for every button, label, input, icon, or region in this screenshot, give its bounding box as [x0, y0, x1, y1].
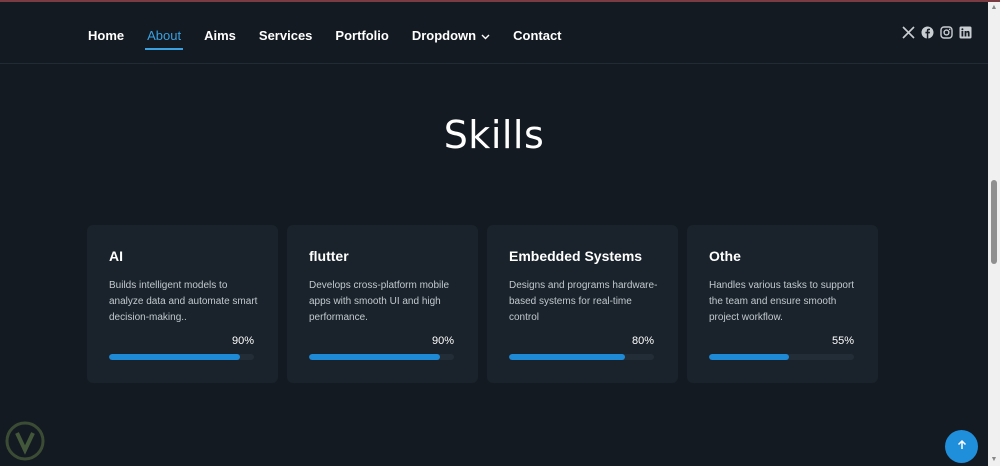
nav-contact[interactable]: Contact	[513, 28, 561, 43]
nav-about-label: About	[147, 27, 182, 43]
skill-description: Builds intelligent models to analyze dat…	[109, 280, 258, 323]
progress-track	[309, 354, 454, 360]
nav-services[interactable]: Services	[259, 28, 313, 43]
skill-percent: 90%	[431, 335, 454, 347]
scroll-thumb[interactable]	[991, 180, 997, 264]
progress-fill	[309, 354, 440, 360]
chevron-down-icon	[481, 28, 490, 43]
progress-track	[709, 354, 854, 360]
nav-portfolio-label: Portfolio	[335, 27, 389, 43]
arrow-up-icon	[956, 438, 968, 456]
scroll-down-icon[interactable]: ▼	[990, 456, 998, 464]
nav-about[interactable]: About	[145, 27, 184, 50]
skill-card: Embedded Systems Designs and programs ha…	[487, 225, 678, 383]
skill-card: AI Builds intelligent models to analyze …	[87, 225, 278, 383]
skill-percent: 55%	[831, 335, 854, 347]
skill-card: flutter Develops cross-platform mobile a…	[287, 225, 478, 383]
site-header: Home About Aims Services Portfolio Dropd…	[0, 2, 988, 64]
skill-percent: 90%	[231, 335, 254, 347]
progress-fill	[109, 354, 240, 360]
instagram-icon[interactable]	[940, 26, 953, 39]
linkedin-icon[interactable]	[959, 26, 972, 39]
progress-track	[509, 354, 654, 360]
logo-watermark	[4, 420, 46, 462]
nav-home-label: Home	[88, 27, 125, 43]
skills-cards: AI Builds intelligent models to analyze …	[87, 225, 878, 383]
progress-fill	[709, 354, 789, 360]
section-title: Skills	[443, 113, 545, 157]
skill-card: Othe Handles various tasks to support th…	[687, 225, 878, 383]
nav-dropdown-label: Dropdown	[411, 27, 477, 43]
nav-aims-label: Aims	[204, 27, 236, 43]
progress-fill	[509, 354, 625, 360]
skill-description: Designs and programs hardware-based syst…	[509, 280, 658, 323]
page-scrollbar[interactable]: ▲ ▼	[988, 2, 1000, 466]
scroll-up-icon[interactable]: ▲	[990, 4, 998, 12]
main-nav: Home About Aims Services Portfolio Dropd…	[88, 25, 585, 50]
facebook-icon[interactable]	[921, 26, 934, 39]
x-twitter-icon[interactable]	[902, 26, 915, 39]
skill-description: Develops cross-platform mobile apps with…	[309, 280, 450, 323]
nav-contact-label: Contact	[513, 27, 562, 43]
nav-aims[interactable]: Aims	[204, 28, 236, 43]
social-links	[902, 26, 972, 39]
back-to-top-button[interactable]	[945, 430, 978, 463]
nav-dropdown[interactable]: Dropdown	[412, 28, 490, 43]
skill-title: flutter	[309, 248, 349, 264]
skill-title: Othe	[709, 248, 741, 264]
progress-track	[109, 354, 254, 360]
nav-home[interactable]: Home	[88, 28, 124, 43]
nav-portfolio[interactable]: Portfolio	[335, 28, 388, 43]
skill-title: AI	[109, 248, 123, 264]
skill-description: Handles various tasks to support the tea…	[709, 280, 855, 323]
nav-services-label: Services	[258, 27, 313, 43]
skill-percent: 80%	[631, 335, 654, 347]
skill-title: Embedded Systems	[509, 248, 643, 264]
